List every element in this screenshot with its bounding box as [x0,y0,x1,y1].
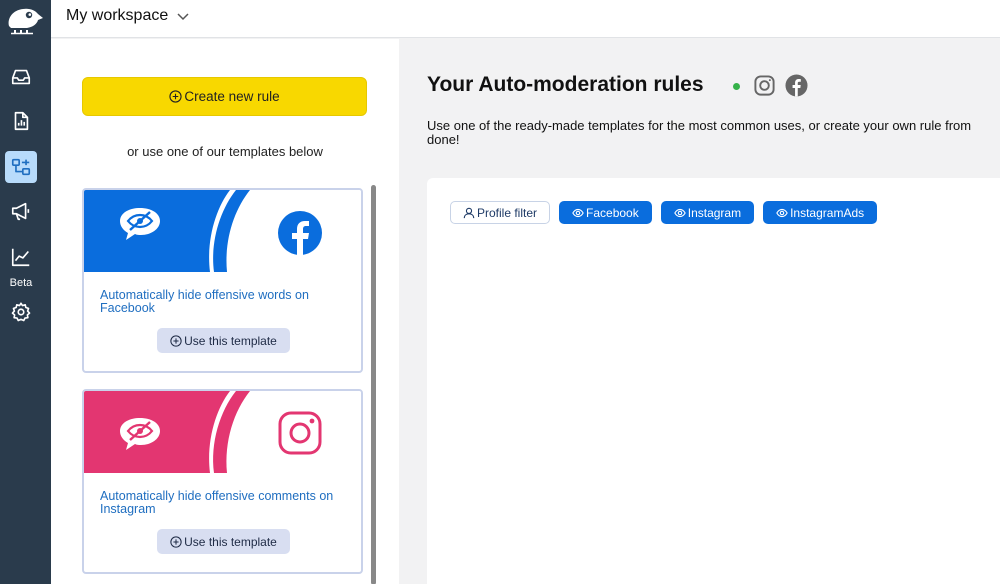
nav-reports[interactable] [5,105,37,137]
rules-icon [11,158,31,176]
template-card-facebook: Automatically hide offensive words on Fa… [82,188,363,373]
filter-instagram-ads[interactable]: InstagramAds [763,201,878,224]
status-dot [733,83,740,90]
template-title: Automatically hide offensive words on Fa… [100,288,309,315]
templates-panel: Create new rule or use one of our templa… [51,39,399,584]
plus-circle-icon [170,535,182,548]
gear-icon [11,302,31,322]
template-banner-facebook [84,190,361,272]
eye-icon [572,208,584,217]
filter-bar: Profile filter Facebook Instagram Instag… [450,201,878,224]
create-rule-label: Create new rule [184,89,280,104]
filter-instagram-ads-label: InstagramAds [790,205,865,220]
templates-hint: or use one of our templates below [127,144,323,159]
eye-icon [673,208,686,217]
create-rule-button[interactable]: Create new rule [82,77,367,116]
profile-filter-button[interactable]: Profile filter [450,201,551,224]
facebook-icon [785,74,808,97]
eye-icon [776,208,788,217]
instagram-icon [754,75,775,96]
filter-instagram-label: Instagram [687,205,742,220]
megaphone-icon [11,202,30,221]
plus-circle-icon [170,334,182,347]
top-bar: My workspace [51,0,1000,38]
filter-facebook[interactable]: Facebook [559,201,652,224]
page-title: Your Auto-moderation rules [427,73,704,96]
workspace-selector[interactable]: My workspace [66,7,190,25]
use-template-button[interactable]: Use this template [157,529,290,554]
use-template-button[interactable]: Use this template [157,328,290,353]
user-icon [463,207,475,218]
filter-facebook-label: Facebook [586,205,639,220]
profile-filter-label: Profile filter [477,205,538,220]
chevron-down-icon [177,13,189,21]
use-template-label: Use this template [184,333,277,348]
nav-settings[interactable] [5,296,37,328]
template-banner-instagram [84,391,361,473]
facebook-icon [278,211,322,255]
rules-content-area: Profile filter Facebook Instagram Instag… [427,178,1000,584]
page-description: Use one of the ready-made templates for … [427,119,1000,147]
app-logo-icon[interactable] [5,4,45,36]
nav-campaigns[interactable] [5,195,37,227]
nav-analytics[interactable] [5,241,37,273]
templates-scrollbar[interactable] [371,185,376,584]
chart-icon [11,248,30,267]
plus-circle-icon [169,90,182,103]
nav-inbox[interactable] [5,61,37,93]
inbox-icon [11,69,31,85]
template-title: Automatically hide offensive comments on… [100,489,334,516]
use-template-label: Use this template [184,534,277,549]
report-icon [14,111,29,131]
page-description-line-2: done! [427,132,460,147]
workspace-label: My workspace [66,7,169,24]
filter-instagram[interactable]: Instagram [660,201,755,224]
left-rail: Beta [0,0,51,584]
beta-label: Beta [9,277,33,289]
page-description-line-1: Use one of the ready-made templates for … [427,119,972,133]
nav-rules[interactable] [5,151,37,183]
template-card-instagram: Automatically hide offensive comments on… [82,389,363,574]
